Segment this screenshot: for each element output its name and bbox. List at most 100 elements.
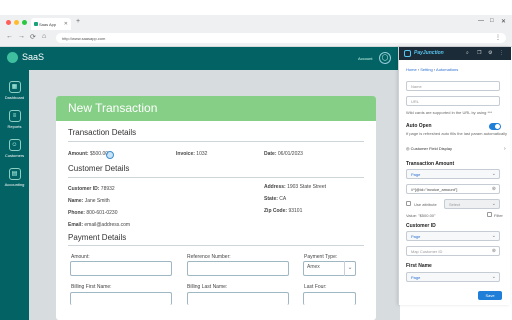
- chevron-down-icon[interactable]: ⌄: [344, 261, 355, 276]
- customer-id-source-select[interactable]: Page ⌄: [406, 231, 500, 241]
- grid-icon[interactable]: ⋮: [499, 50, 504, 56]
- amount-label: Amount:: [68, 151, 89, 157]
- app-header: SaaS Account ◯: [0, 47, 400, 70]
- name-field: Name: Jane Smith: [68, 198, 110, 204]
- last-four-label: Last Four:: [304, 284, 327, 290]
- first-name-source-select[interactable]: Page ⌄: [406, 272, 500, 282]
- divider: [68, 177, 364, 178]
- sidebar-item-dashboard[interactable]: ▦ Dashboard: [0, 81, 29, 100]
- sidebar-item-accounting[interactable]: ▤ Accounting: [0, 168, 29, 187]
- customer-id-map-input[interactable]: Map Customer ID ⊗: [406, 246, 500, 256]
- url-note: Wild cards are supported in the URL by u…: [406, 110, 493, 115]
- url-text: http://www.saasapp.com: [62, 36, 106, 41]
- auto-open-note: If page is refreshed auto fills the last…: [406, 131, 507, 136]
- attribute-select-value: Select: [449, 202, 461, 207]
- chevron-down-icon: ⌄: [491, 233, 496, 239]
- customer-id-label: Customer ID:: [68, 186, 100, 192]
- new-tab-icon[interactable]: +: [76, 18, 80, 25]
- address-bar[interactable]: http://www.saasapp.com ⋮: [56, 33, 506, 43]
- amount-source-select[interactable]: Page ⌄: [406, 169, 500, 179]
- state-field: State: CA: [264, 196, 286, 202]
- use-attribute-checkbox[interactable]: [406, 201, 411, 206]
- divider: [68, 245, 364, 246]
- attribute-select[interactable]: Select ⌄: [444, 199, 500, 209]
- billing-first-name-input[interactable]: [70, 292, 172, 305]
- sidebar-item-customers[interactable]: ☺ Customers: [0, 139, 29, 158]
- toggle-knob: [495, 124, 500, 129]
- browser-tab[interactable]: Saas App ✕: [31, 18, 71, 30]
- close-dot[interactable]: [6, 20, 11, 25]
- crumb-home[interactable]: Home: [406, 67, 417, 72]
- maximize-dot[interactable]: [22, 20, 27, 25]
- automation-url-input[interactable]: URL: [406, 96, 500, 106]
- search-icon[interactable]: ⌕: [466, 50, 469, 56]
- customer-id-field: Customer ID: 78932: [68, 186, 115, 192]
- address-field: Address: 1903 State Street: [264, 184, 326, 190]
- phone-label: Phone:: [68, 210, 85, 216]
- automation-panel: PayJunction ⌕ ❐ ⚙ ⋮ Home › Setting › Aut…: [398, 47, 511, 305]
- clear-icon[interactable]: ⊗: [492, 248, 496, 254]
- save-button[interactable]: Save: [478, 291, 502, 300]
- last-four-input[interactable]: [303, 292, 356, 305]
- clear-icon[interactable]: ⊗: [492, 186, 496, 192]
- payment-type-value: Amex: [307, 264, 320, 270]
- billing-last-name-input[interactable]: [187, 292, 289, 305]
- amount-field: Amount: $500.00: [68, 151, 108, 157]
- window-minimize-icon[interactable]: —: [478, 18, 484, 24]
- payment-details-heading: Payment Details: [68, 233, 127, 242]
- auto-open-label: Auto Open: [406, 123, 432, 129]
- minimize-dot[interactable]: [14, 20, 19, 25]
- invoice-label: Invoice:: [176, 151, 195, 157]
- automation-name-input[interactable]: Name: [406, 81, 500, 91]
- saas-logo-icon: [7, 52, 18, 63]
- zip-value: 93101: [288, 208, 303, 214]
- customer-field-display-row[interactable]: ◎ Customer Field Display ›: [406, 146, 506, 152]
- amount-selector-input[interactable]: //*[@id="invoice_amount"] ⊗: [406, 184, 500, 194]
- reference-number-input[interactable]: [187, 261, 289, 276]
- window-close-icon[interactable]: ✕: [501, 18, 506, 25]
- customer-field-display-label: Customer Field Display: [410, 146, 452, 151]
- back-icon[interactable]: ←: [6, 33, 13, 40]
- billing-first-name-label: Billing First Name:: [71, 284, 112, 290]
- sidebar-item-label: Reports: [7, 124, 22, 129]
- account-label[interactable]: Account: [358, 56, 372, 61]
- filter-label: Filter: [494, 213, 503, 218]
- settings-icon[interactable]: ⚙: [488, 50, 492, 56]
- copy-icon[interactable]: ❐: [477, 50, 481, 56]
- date-field: Date: 06/01/2023: [264, 151, 303, 157]
- reload-icon[interactable]: ⟳: [30, 33, 36, 41]
- transaction-amount-label: Transaction Amount: [406, 161, 455, 167]
- browser-menu-icon[interactable]: ⋮: [495, 34, 501, 41]
- app-brand: SaaS: [22, 52, 45, 62]
- customer-field-display-icon: ◎: [406, 146, 410, 151]
- email-value: email@address.com: [84, 222, 131, 228]
- zip-field: Zip Code: 93101: [264, 208, 302, 214]
- phone-value: 800-601-0230: [86, 210, 118, 216]
- auto-open-toggle[interactable]: [489, 123, 501, 130]
- payment-type-label: Payment Type:: [304, 254, 338, 260]
- forward-icon[interactable]: →: [18, 33, 25, 40]
- panel-header: PayJunction ⌕ ❐ ⚙ ⋮: [399, 47, 511, 60]
- amount-value-hint: Value: "$500.00": [406, 213, 436, 218]
- sidebar-item-label: Dashboard: [4, 95, 25, 100]
- filter-checkbox[interactable]: [487, 212, 492, 217]
- home-icon[interactable]: ⌂: [42, 33, 46, 40]
- crumb-setting[interactable]: Setting: [420, 67, 432, 72]
- customer-id-source-value: Page: [411, 234, 421, 239]
- chevron-down-icon: ⌄: [491, 201, 496, 207]
- first-name-source-value: Page: [411, 275, 421, 280]
- amount-selector-value: //*[@id="invoice_amount"]: [411, 187, 458, 192]
- pay-amount-input[interactable]: [70, 261, 172, 276]
- chevron-down-icon: ⌄: [491, 171, 496, 177]
- window-maximize-icon[interactable]: □: [490, 18, 494, 24]
- address-value: 1903 State Street: [287, 184, 326, 190]
- sidebar-item-label: Customers: [4, 153, 25, 158]
- name-placeholder: Name: [411, 84, 422, 89]
- name-value: Jane Smith: [84, 198, 110, 204]
- tab-close-icon[interactable]: ✕: [64, 21, 68, 27]
- panel-customer-id-label: Customer ID: [406, 223, 436, 229]
- sidebar-item-reports[interactable]: ≡ Reports: [0, 110, 29, 129]
- account-avatar-icon[interactable]: ◯: [379, 52, 391, 64]
- customers-icon: ☺: [8, 139, 21, 151]
- use-attribute-label: Use attribute: [414, 202, 437, 207]
